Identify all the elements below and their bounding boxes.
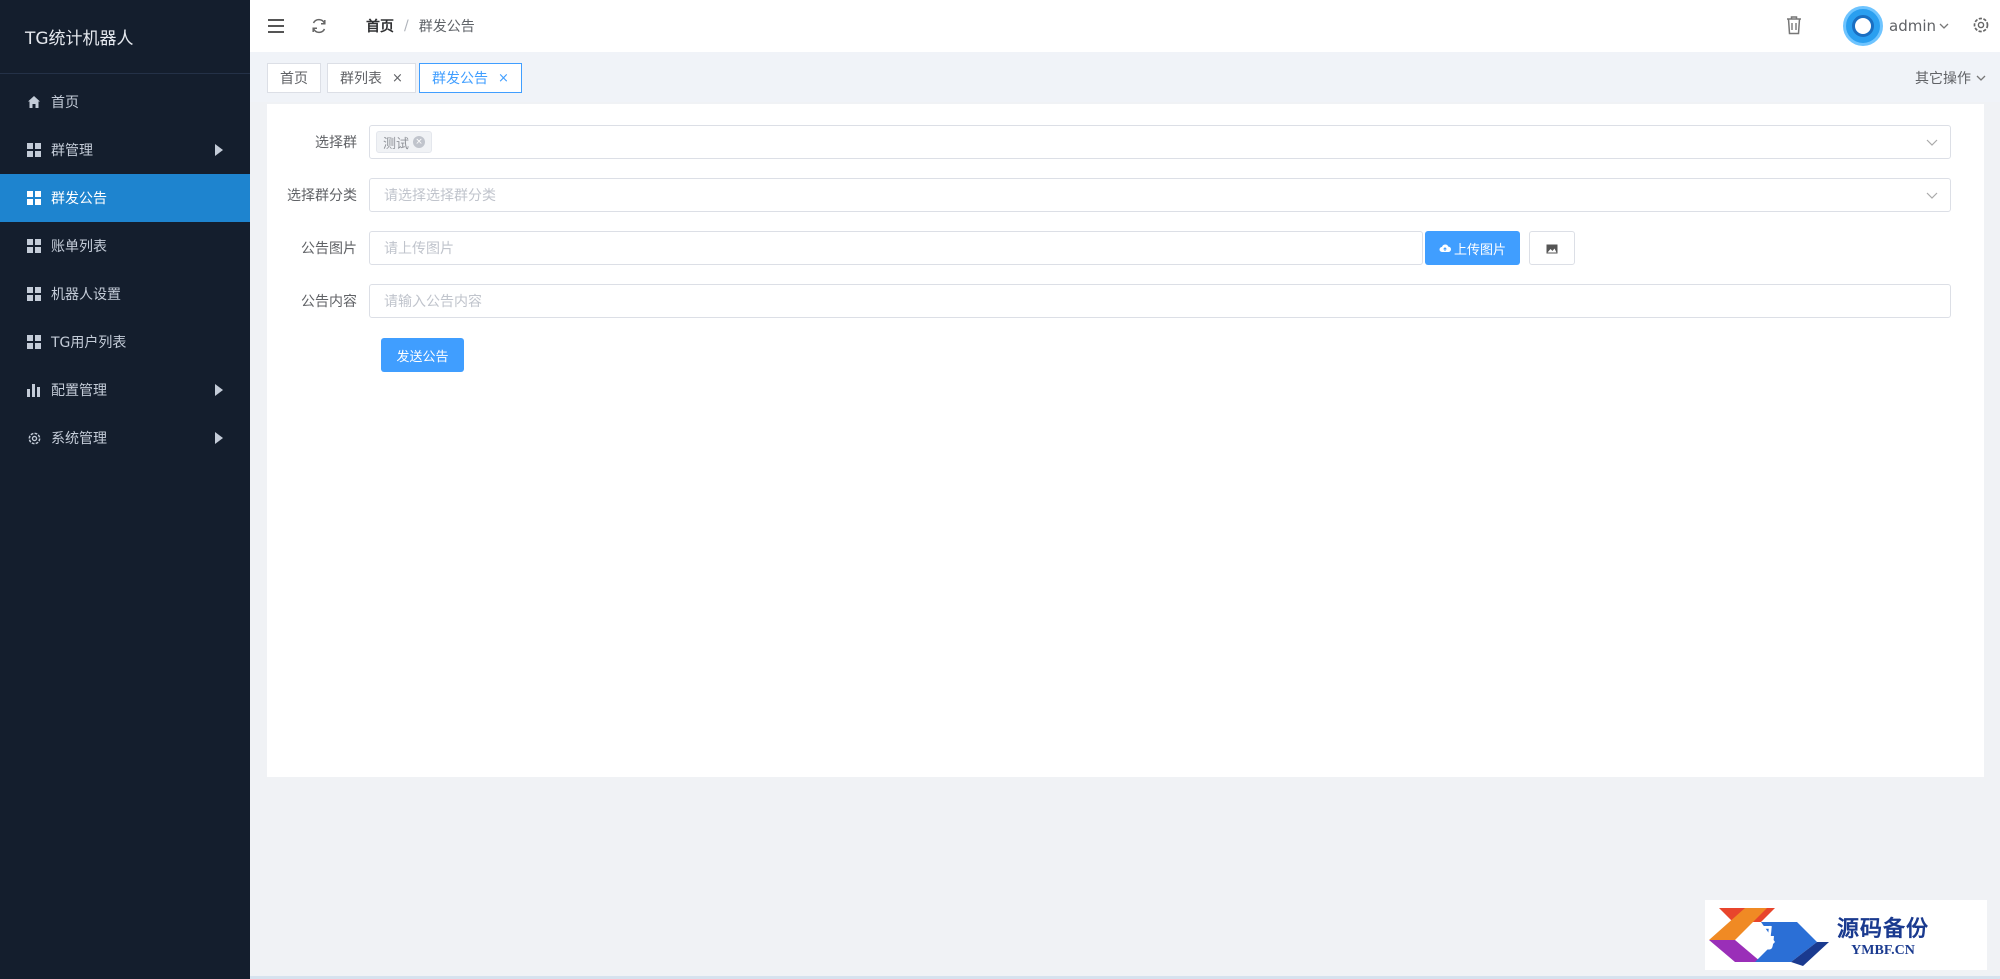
other-operations-label: 其它操作 [1915,71,1971,87]
breadcrumb-separator: / [404,18,409,34]
sidebar-item-label: 首页 [51,95,79,111]
upload-button-label: 上传图片 [1454,242,1507,258]
send-announcement-button[interactable]: 发送公告 [381,338,464,372]
category-placeholder: 请选择选择群分类 [384,188,496,204]
sidebar-item-label: 配置管理 [51,383,107,399]
sidebar-item-system-management[interactable]: 系统管理 [0,414,250,462]
menu-toggle-icon[interactable] [268,19,284,33]
watermark-logo: 码 [1705,900,1833,970]
grid-icon [26,190,42,206]
grid-icon [26,238,42,254]
caret-right-icon [215,432,223,444]
form-row-category: 选择群分类 请选择选择群分类 [267,178,1951,212]
caret-right-icon [215,144,223,156]
sidebar-item-label: 群发公告 [51,191,107,207]
image-url-input[interactable]: 请上传图片 [369,231,1423,265]
sidebar-item-label: TG用户列表 [51,335,127,351]
chevron-down-icon [1926,136,1938,148]
cloud-upload-icon [1439,243,1451,253]
form-row-image: 公告图片 请上传图片 上传图片 [267,231,1576,265]
user-name[interactable]: admin [1889,17,1936,35]
grid-icon [26,286,42,302]
form-row-content: 公告内容 请输入公告内容 [267,284,1951,318]
close-icon[interactable]: × [392,72,403,85]
tag-label: 群列表 [340,71,382,87]
sidebar-item-label: 机器人设置 [51,287,121,303]
watermark-subtitle: YMBF.CN [1851,943,1915,958]
trash-icon[interactable] [1785,15,1805,37]
form-row-group: 选择群 测试 × [267,125,1951,159]
broadcast-form-panel: 选择群 测试 × 选择群分类 请选择选择群分类 公告图片 请上传图片 上传图片 … [267,104,1984,777]
sidebar-item-label: 群管理 [51,143,93,159]
group-select[interactable]: 测试 × [369,125,1951,159]
content-placeholder: 请输入公告内容 [384,294,482,310]
chevron-down-icon [1926,189,1938,201]
close-icon[interactable]: × [498,72,509,85]
other-operations-dropdown[interactable]: 其它操作 [1915,68,1986,88]
watermark-title: 源码备份 [1837,916,1930,942]
image-preview-button[interactable] [1529,231,1576,265]
refresh-icon[interactable] [310,17,328,35]
sidebar-item-config-management[interactable]: 配置管理 [0,366,250,414]
sidebar-item-group-management[interactable]: 群管理 [0,126,250,174]
group-select-label: 选择群 [315,135,357,151]
chevron-down-icon[interactable] [1939,21,1949,31]
sidebar-item-bill-list[interactable]: 账单列表 [0,222,250,270]
home-icon [26,94,42,110]
tag-label: 群发公告 [432,71,488,87]
sidebar-item-bot-settings[interactable]: 机器人设置 [0,270,250,318]
chevron-down-icon [1976,73,1986,83]
grid-icon [26,334,42,350]
category-select[interactable]: 请选择选择群分类 [369,178,1951,212]
selected-group-chip: 测试 × [376,131,433,153]
announcement-content-input[interactable]: 请输入公告内容 [369,284,1951,318]
tag-home[interactable]: 首页 [267,63,321,93]
breadcrumb-home[interactable]: 首页 [366,16,394,36]
category-select-label: 选择群分类 [287,188,357,204]
sidebar-item-tg-users[interactable]: TG用户列表 [0,318,250,366]
tag-group-list[interactable]: 群列表 × [327,63,416,93]
sidebar-item-broadcast-announcement[interactable]: 群发公告 [0,174,250,222]
sidebar-item-label: 系统管理 [51,431,107,447]
chip-remove-icon[interactable]: × [413,136,426,148]
tag-label: 首页 [280,71,308,87]
sidebar-item-home[interactable]: 首页 [0,78,250,126]
breadcrumb-current: 群发公告 [418,19,475,35]
breadcrumb: 首页 / 群发公告 [366,16,475,36]
sidebar-nav: 首页 群管理 群发公告 账单列表 机器人设置 TG用户列表 配置管理 系统管理 [0,78,250,462]
image-icon [1546,239,1558,258]
image-field-label: 公告图片 [301,241,357,257]
app-title: TG统计机器人 [0,0,250,74]
watermark-badge: 码 源码备份 YMBF.CN [1705,900,1987,970]
sidebar-item-label: 账单列表 [51,239,107,255]
image-placeholder: 请上传图片 [384,241,454,257]
tag-broadcast-announcement[interactable]: 群发公告 × [419,63,522,93]
chip-label: 测试 [383,136,410,152]
sidebar: TG统计机器人 首页 群管理 群发公告 账单列表 机器人设置 TG用户列表 配置… [0,0,250,979]
caret-right-icon [215,384,223,396]
settings-icon[interactable] [1972,16,1992,36]
watermark-logo-char: 码 [1749,924,1776,954]
avatar[interactable] [1843,6,1883,46]
tags-view-bar: 首页 群列表 × 群发公告 × 其它操作 [250,52,2000,102]
header-actions: admin [1785,0,2000,52]
avatar-face [1852,15,1874,37]
gear-icon [26,430,42,446]
bar-chart-icon [26,382,42,398]
content-field-label: 公告内容 [301,294,357,310]
upload-image-button[interactable]: 上传图片 [1425,231,1521,265]
top-header: 首页 / 群发公告 admin [250,0,2000,52]
watermark-text: 源码备份 YMBF.CN [1837,911,1929,959]
grid-icon [26,142,42,158]
